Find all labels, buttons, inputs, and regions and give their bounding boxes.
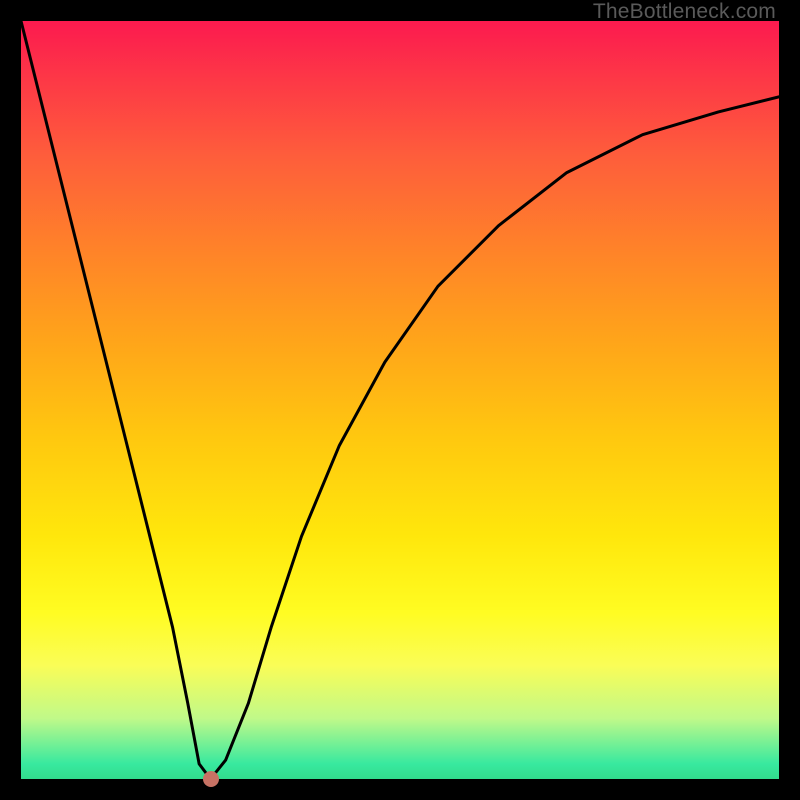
bottleneck-curve xyxy=(21,21,779,779)
chart-frame xyxy=(21,21,779,779)
chart-curve-layer xyxy=(21,21,779,779)
optimal-point-marker xyxy=(203,771,219,787)
